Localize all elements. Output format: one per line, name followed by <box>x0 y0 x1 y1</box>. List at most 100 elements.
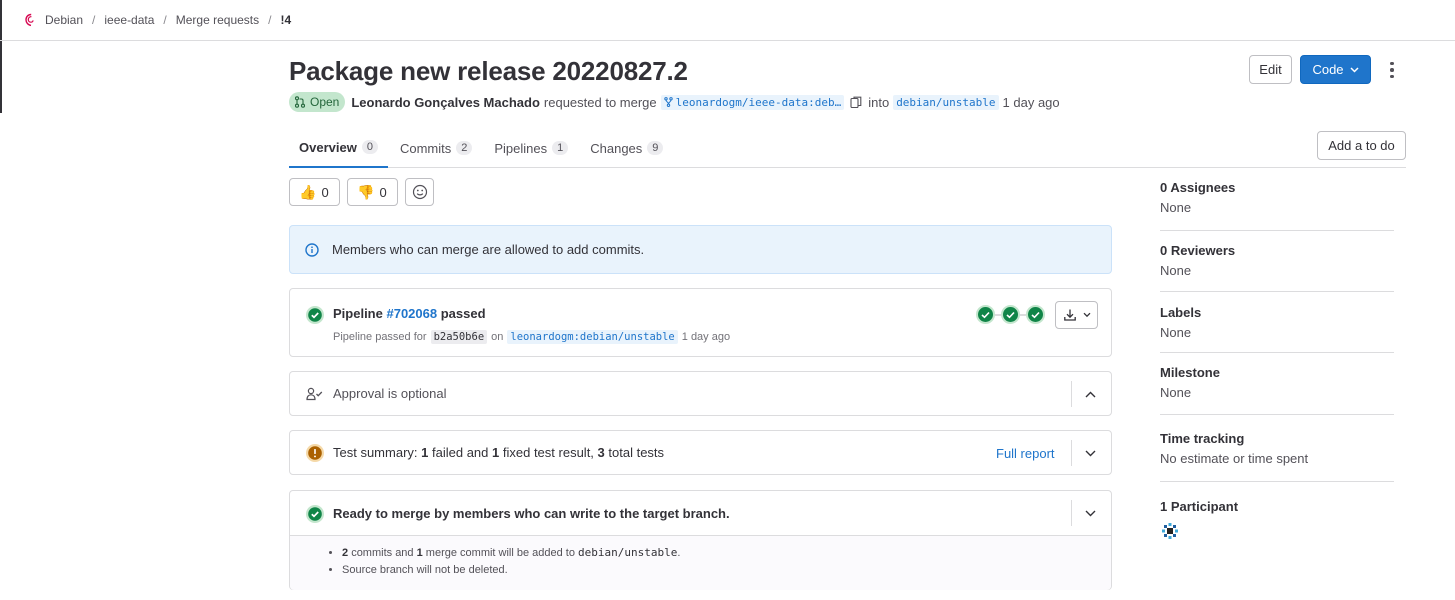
breadcrumb-separator: / <box>268 13 272 27</box>
reviewers-title[interactable]: 0 Reviewers <box>1160 243 1394 258</box>
info-alert-text: Members who can merge are allowed to add… <box>332 242 645 257</box>
thumbs-up-reaction-button[interactable]: 👍 0 <box>289 178 340 206</box>
breadcrumb-item-ieee-data[interactable]: ieee-data <box>104 13 154 27</box>
copy-branch-icon[interactable] <box>850 96 862 109</box>
smiley-icon <box>412 184 427 200</box>
test-summary-text: Test summary: 1 failed and 1 fixed test … <box>333 445 665 460</box>
tab-count: 2 <box>456 141 473 155</box>
tab-overview[interactable]: Overview 0 <box>289 128 388 168</box>
add-reaction-button[interactable] <box>405 178 434 206</box>
milestone-value: None <box>1160 385 1192 400</box>
thumbs-down-icon: 👎 <box>357 183 375 200</box>
mr-tabs: Overview 0 Commits 2 Pipelines 1 Changes… <box>289 128 1406 168</box>
tab-count: 9 <box>647 141 664 155</box>
breadcrumb: Debian / ieee-data / Merge requests / !4 <box>0 0 1455 41</box>
breadcrumb-item-merge-requests[interactable]: Merge requests <box>176 13 259 27</box>
pipeline-status: passed <box>440 306 486 321</box>
mr-meta: Open Leonardo Gonçalves Machado requeste… <box>289 92 1060 112</box>
assignees-value: None <box>1160 200 1192 215</box>
into-text: into <box>868 94 890 110</box>
author-link[interactable]: Leonardo Gonçalves Machado <box>351 95 540 110</box>
stage-success-icon[interactable] <box>1026 305 1045 324</box>
merge-details-list: 2 commits and 1 merge commit will be add… <box>290 536 1111 590</box>
tab-commits[interactable]: Commits 2 <box>390 128 482 168</box>
pipeline-widget: Pipeline #702068 passed Pipeline passed … <box>289 288 1112 357</box>
chevron-down-icon <box>1350 66 1359 73</box>
breadcrumb-item-current[interactable]: !4 <box>280 13 291 27</box>
status-warning-icon <box>306 444 324 462</box>
source-branch-link[interactable]: leonardogm/ieee-data:deb… <box>660 94 845 110</box>
download-artifacts-button[interactable] <box>1055 301 1098 329</box>
status-badge: Open <box>289 92 346 112</box>
sidebar-divider <box>1160 230 1394 231</box>
time-tracking-title[interactable]: Time tracking <box>1160 431 1394 446</box>
sidebar-participants: 1 Participant <box>1160 499 1394 541</box>
pipeline-id-link[interactable]: #702068 <box>386 306 437 321</box>
pipeline-title: Pipeline #702068 passed <box>333 306 486 321</box>
tab-label: Commits <box>399 140 452 156</box>
code-dropdown-button[interactable]: Code <box>1300 55 1371 84</box>
participant-avatar[interactable] <box>1160 521 1180 541</box>
sidebar-assignees: 0 Assignees None <box>1160 180 1394 215</box>
page-title: Package new release 20220827.2 <box>289 56 688 86</box>
breadcrumb-item-debian[interactable]: Debian <box>24 13 83 27</box>
chevron-up-icon <box>1085 391 1095 397</box>
assignees-title[interactable]: 0 Assignees <box>1160 180 1394 195</box>
breadcrumb-link-debian[interactable]: Debian <box>45 13 83 27</box>
chevron-down-icon <box>1085 450 1095 456</box>
chevron-down-icon <box>1085 510 1095 516</box>
status-success-icon <box>306 306 324 324</box>
code-button-label: Code <box>1312 62 1344 77</box>
milestone-title[interactable]: Milestone <box>1160 365 1394 380</box>
expand-merge-details-button[interactable] <box>1082 505 1098 521</box>
sidebar-reviewers: 0 Reviewers None <box>1160 243 1394 278</box>
divider <box>1071 440 1072 466</box>
full-report-link[interactable]: Full report <box>996 446 1055 461</box>
tab-count: 1 <box>552 141 569 155</box>
participants-title: 1 Participant <box>1160 499 1239 514</box>
thumbs-down-reaction-button[interactable]: 👎 0 <box>347 178 398 206</box>
pipeline-on-text: on <box>491 331 504 343</box>
pipeline-prefix: Pipeline <box>333 306 383 321</box>
merge-request-icon <box>294 96 306 108</box>
pipeline-sub-prefix: Pipeline passed for <box>333 331 427 343</box>
approval-widget: Approval is optional <box>289 371 1112 416</box>
commit-sha-link[interactable]: b2a50b6e <box>430 330 488 344</box>
thumbs-up-count: 0 <box>321 184 329 200</box>
thumbs-down-count: 0 <box>379 184 387 200</box>
merge-widget: Ready to merge by members who can write … <box>289 490 1112 590</box>
labels-title[interactable]: Labels <box>1160 305 1394 320</box>
approval-text: Approval is optional <box>333 386 447 401</box>
sidebar-time-tracking: Time tracking No estimate or time spent <box>1160 431 1394 466</box>
thumbs-up-icon: 👍 <box>299 183 317 200</box>
test-summary-widget: Test summary: 1 failed and 1 fixed test … <box>289 430 1112 475</box>
add-todo-button[interactable]: Add a to do <box>1317 131 1406 160</box>
breadcrumb-separator: / <box>163 13 167 27</box>
info-icon <box>305 242 319 257</box>
tab-changes[interactable]: Changes 9 <box>580 128 673 168</box>
pipeline-time-ago: 1 day ago <box>681 331 731 343</box>
breadcrumb-separator: / <box>92 13 96 27</box>
stage-success-icon[interactable] <box>1001 305 1020 324</box>
target-branch-link[interactable]: debian/unstable <box>893 94 999 110</box>
time-tracking-value: No estimate or time spent <box>1160 451 1309 466</box>
mr-time-ago: 1 day ago <box>1002 94 1060 110</box>
more-actions-kebab-icon[interactable] <box>1382 58 1402 82</box>
sidebar-divider <box>1160 291 1394 292</box>
pipeline-branch-link[interactable]: leonardogm:debian/unstable <box>507 330 678 344</box>
info-alert: Members who can merge are allowed to add… <box>289 225 1112 274</box>
collapse-approval-button[interactable] <box>1082 386 1098 402</box>
tab-label: Overview <box>299 139 357 155</box>
download-icon <box>1063 309 1076 321</box>
merge-detail-source-branch: Source branch will not be deleted. <box>342 564 1111 576</box>
sidebar-divider <box>1160 414 1394 415</box>
merge-detail-commits: 2 commits and 1 merge commit will be add… <box>342 546 1111 559</box>
debian-logo-icon <box>25 13 34 27</box>
sidebar-labels: Labels None <box>1160 305 1394 340</box>
tab-pipelines[interactable]: Pipelines 1 <box>484 128 578 168</box>
pipeline-stages <box>976 305 1045 324</box>
stage-success-icon[interactable] <box>976 305 995 324</box>
edit-button[interactable]: Edit <box>1249 55 1292 84</box>
labels-value: None <box>1160 325 1192 340</box>
expand-tests-button[interactable] <box>1082 445 1098 461</box>
